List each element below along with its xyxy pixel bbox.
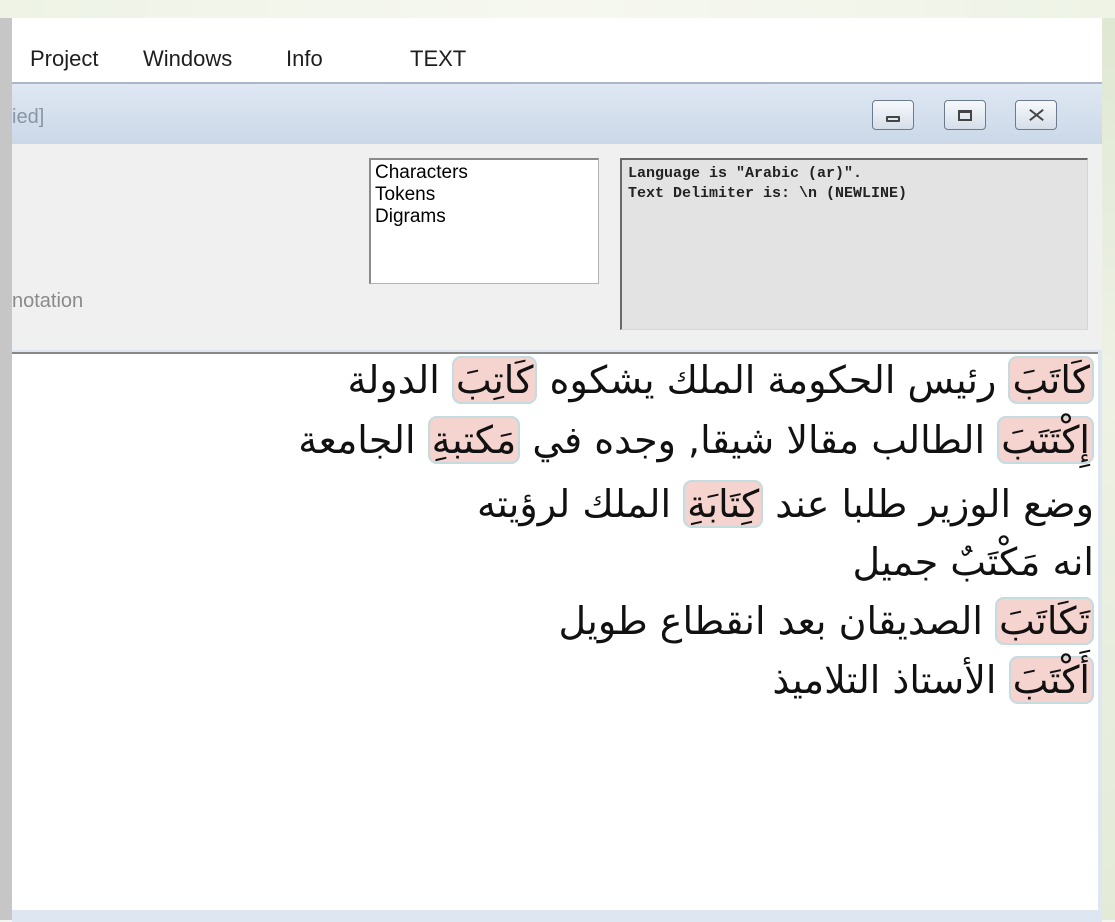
text-line-5: تَكَاتَبَ الصديقان بعد انقطاع طويل — [558, 597, 1094, 645]
close-icon — [1026, 107, 1046, 123]
text-segment: رئيس الحكومة الملك يشكوه — [537, 358, 1009, 402]
text-segment: الجامعة — [298, 418, 428, 462]
menu-project[interactable]: Project — [30, 46, 98, 72]
text-line-6: أَكْتَبَ الأستاذ التلاميذ — [772, 656, 1094, 704]
highlighted-token: أَكْتَبَ — [1008, 656, 1094, 704]
analysis-type-list[interactable]: Characters Tokens Digrams — [369, 158, 599, 284]
language-info-box: Language is "Arabic (ar)". Text Delimite… — [620, 158, 1088, 330]
annotation-label: notation — [12, 290, 84, 312]
list-item-tokens[interactable]: Tokens — [375, 184, 594, 206]
minimize-icon — [886, 116, 900, 122]
desktop-background-top — [0, 0, 1115, 18]
close-button[interactable] — [1015, 100, 1057, 130]
text-segment: الصديقان بعد انقطاع طويل — [558, 599, 995, 643]
highlighted-token: كِتَابَةِ — [683, 480, 764, 528]
text-segment: الأستاذ التلاميذ — [772, 658, 1009, 702]
text-line-3: وضع الوزير طلبا عند كِتَابَةِ الملك لرؤي… — [476, 480, 1094, 528]
highlighted-token: كَاتَبَ — [1008, 356, 1094, 404]
delimiter-info-line: Text Delimiter is: \n (NEWLINE) — [628, 185, 908, 202]
window-title-bar[interactable]: ied] — [12, 84, 1102, 144]
highlighted-token: إِكْتَتَبَ — [997, 416, 1094, 464]
list-item-characters[interactable]: Characters — [375, 162, 594, 184]
text-line-2: إِكْتَتَبَ الطالب مقالا شيقا, وجده في مَ… — [298, 416, 1094, 464]
text-segment: انه مَكْتَبٌ جميل — [852, 540, 1095, 584]
arabic-text-area[interactable]: كَاتَبَ رئيس الحكومة الملك يشكوه كَاتِبَ… — [12, 352, 1098, 910]
document-window: ied] notation Characters Tokens Digrams … — [12, 82, 1102, 922]
language-info-line: Language is "Arabic (ar)". — [628, 165, 863, 182]
window-title: ied] — [12, 106, 45, 128]
minimize-button[interactable] — [872, 100, 914, 130]
highlighted-token: كَاتِبَ — [451, 356, 538, 404]
text-segment: الدولة — [347, 358, 452, 402]
text-line-1: كَاتَبَ رئيس الحكومة الملك يشكوه كَاتِبَ… — [347, 356, 1094, 404]
maximize-button[interactable] — [944, 100, 986, 130]
menu-windows[interactable]: Windows — [143, 46, 232, 72]
options-panel: notation Characters Tokens Digrams Langu… — [12, 144, 1102, 350]
text-segment: وضع الوزير طلبا عند — [763, 482, 1094, 526]
list-item-digrams[interactable]: Digrams — [375, 206, 594, 228]
left-frame-edge — [0, 18, 12, 920]
highlighted-token: تَكَاتَبَ — [994, 597, 1094, 645]
menu-info[interactable]: Info — [286, 46, 323, 72]
maximize-icon — [958, 109, 972, 121]
menu-bar: Project Windows Info TEXT — [12, 18, 1102, 82]
highlighted-token: مَكتبةِ — [427, 416, 521, 464]
desktop-background-right — [1102, 18, 1115, 920]
text-line-4: انه مَكْتَبٌ جميل — [853, 540, 1095, 584]
text-segment: الملك لرؤيته — [476, 482, 684, 526]
text-segment: الطالب مقالا شيقا, وجده في — [520, 418, 998, 462]
menu-text[interactable]: TEXT — [410, 46, 466, 72]
